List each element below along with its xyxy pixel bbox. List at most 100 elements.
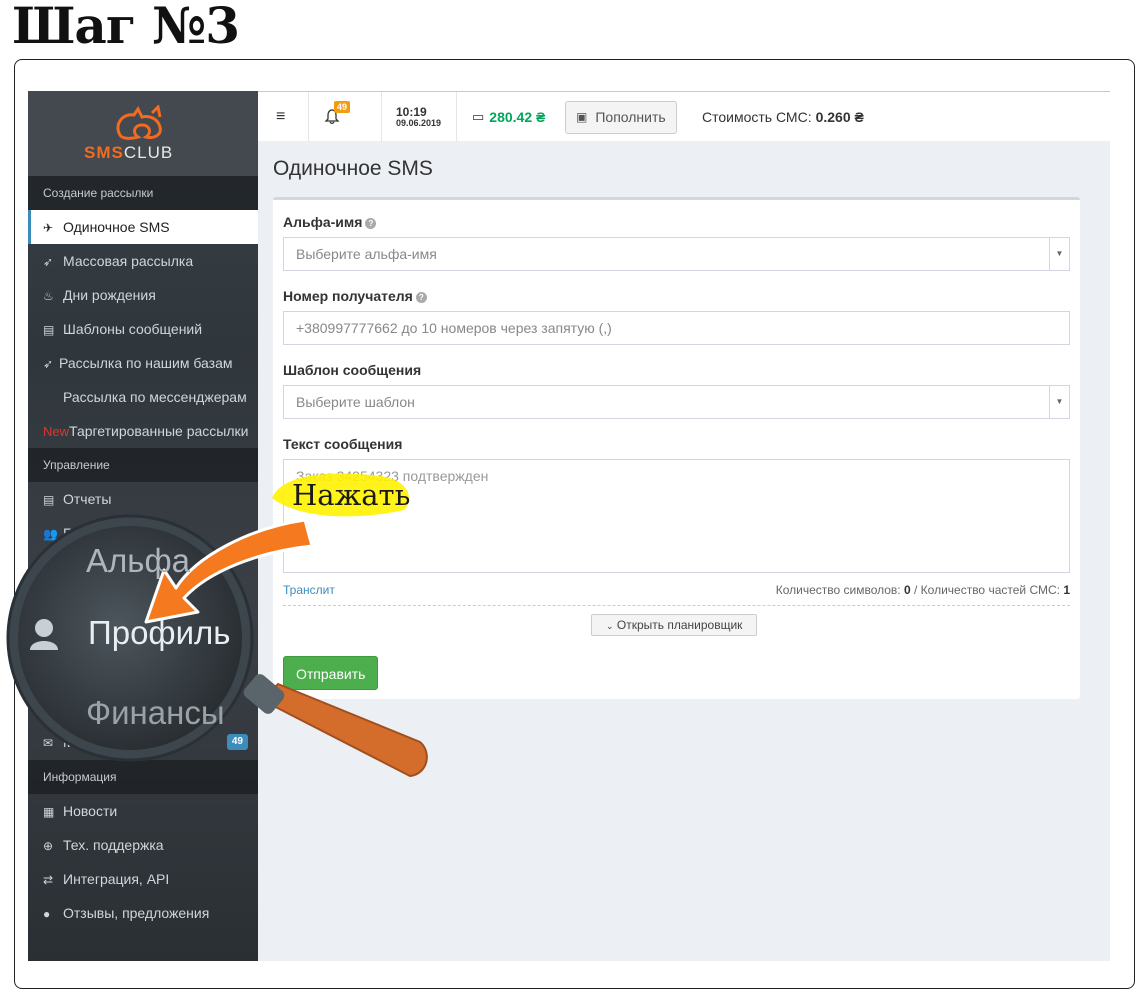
clock: 10:19 09.06.2019 [396, 92, 441, 142]
topup-label: Пополнить [595, 109, 666, 125]
top-bar: ≡ 49 10:19 09.06.2019 ▭ 280.42 ₴ ▣ Попол… [258, 91, 1110, 142]
sidebar-item-bases[interactable]: 👥 Ба [28, 516, 258, 550]
lifebuoy-icon: ⊕ [43, 839, 54, 853]
sidebar-item-mass-mailing[interactable]: ➶ Массовая рассылка [28, 244, 258, 278]
sidebar-item-feedback[interactable]: ● Отзывы, предложения [28, 896, 258, 930]
paper-plane-icon: ✈ [43, 221, 54, 235]
clock-time: 10:19 [396, 105, 427, 119]
sidebar-item-label: Новости [63, 803, 118, 819]
sms-cost-label: Стоимость СМС: [702, 109, 812, 125]
message-textarea[interactable]: Заказ 34254323 подтвержден [283, 459, 1070, 573]
app-window: SMSCLUB Создание рассылки ✈ Одиночное SMS… [28, 91, 1110, 961]
sidebar-item-api[interactable]: ⇄ Интеграция, API [28, 862, 258, 896]
credit-card-icon: ▭ [472, 109, 485, 124]
divider [308, 92, 309, 142]
char-counter: Количество символов: 0 / Количество част… [776, 583, 1070, 597]
sidebar-section-info: Информация [28, 760, 258, 794]
sidebar-item-label: Шаблоны сообщений [63, 321, 203, 337]
sidebar-item-reports[interactable]: ▤ Отчеты [28, 482, 258, 516]
notifications-badge: 49 [334, 101, 351, 113]
balance[interactable]: ▭ 280.42 ₴ [472, 92, 545, 142]
caret-down-icon: ▼ [1049, 238, 1069, 270]
sidebar-item-label: Одиночное SMS [63, 219, 170, 235]
parts-value: 1 [1063, 583, 1070, 597]
sidebar-item-targeted[interactable]: NewТаргетированные рассылки [28, 414, 258, 448]
sidebar-item-messages[interactable]: ✉ Mo 49 [28, 725, 258, 759]
template-placeholder: Выберите шаблон [296, 394, 415, 410]
recipient-placeholder: +380997777662 до 10 номеров через запяту… [296, 320, 612, 336]
parts-label: / Количество частей СМС: [914, 583, 1060, 597]
alpha-name-label-text: Альфа-имя [283, 214, 363, 230]
sidebar-item-label: Интеграция, API [63, 871, 170, 887]
sidebar-item-single-sms[interactable]: ✈ Одиночное SMS [28, 210, 258, 244]
help-icon[interactable]: ? [365, 218, 377, 229]
rocket-icon: ➶ [43, 255, 54, 269]
sidebar-item-messengers[interactable]: Рассылка по мессенджерам [28, 380, 258, 414]
newspaper-icon: ▦ [43, 805, 55, 819]
sidebar-item-templates[interactable]: ▤ Шаблоны сообщений [28, 312, 258, 346]
sidebar-item-label: Отчеты [63, 491, 112, 507]
logo-text: SMSCLUB [84, 143, 173, 163]
translit-link[interactable]: Транслит [283, 583, 335, 597]
send-button[interactable]: Отправить [283, 656, 379, 690]
topup-button[interactable]: ▣ Пополнить [565, 100, 677, 134]
sidebar: SMSCLUB Создание рассылки ✈ Одиночное SMS… [28, 91, 258, 961]
sidebar-item-label: Ба [63, 525, 80, 541]
step-title: Шаг №3 [12, 0, 240, 55]
sidebar-section-manage: Управление [28, 448, 258, 482]
balance-value: 280.42 ₴ [489, 109, 546, 125]
recipient-label-text: Номер получателя [283, 288, 413, 304]
bell-icon[interactable] [324, 92, 340, 142]
rocket-icon: ➶ [43, 357, 54, 371]
users-icon: 👥 [43, 527, 58, 541]
sms-cost: Стоимость СМС: 0.260 ₴ [702, 92, 864, 142]
logo[interactable]: SMSCLUB [28, 91, 258, 176]
comment-icon: ● [43, 907, 51, 921]
sms-cost-value: 0.260 ₴ [815, 109, 864, 125]
list-icon: ▤ [43, 493, 55, 507]
birthday-cake-icon: ♨ [43, 289, 54, 303]
sidebar-item-label: Рассылка по нашим базам [59, 355, 233, 371]
recipient-label: Номер получателя? [283, 288, 427, 304]
template-label: Шаблон сообщения [283, 362, 422, 378]
planner-label: Открыть планировщик [616, 618, 743, 632]
divider [456, 92, 457, 142]
fox-logo-icon [116, 105, 162, 140]
sidebar-item-label: Тех. поддержка [63, 837, 164, 853]
clock-date: 09.06.2019 [396, 118, 442, 128]
sidebar-item-our-bases[interactable]: ➶ Рассылка по нашим базам [28, 346, 258, 380]
sidebar-item-label: Дни рождения [63, 287, 156, 303]
sidebar-item-label: Таргетированные рассылки [69, 423, 249, 439]
open-scheduler-button[interactable]: ⌄ Открыть планировщик [591, 614, 758, 636]
chars-value: 0 [903, 583, 911, 597]
message-text-label: Текст сообщения [283, 436, 403, 452]
chevron-down-icon: ⌄ [606, 621, 614, 631]
new-badge: New [43, 424, 70, 439]
money-icon: ▣ [576, 110, 588, 124]
logo-main: SMS [84, 143, 124, 162]
sidebar-item-label: Mo [63, 734, 83, 750]
messages-count-badge: 49 [226, 734, 248, 750]
alpha-name-placeholder: Выберите альфа-имя [296, 246, 437, 262]
recipient-input[interactable]: +380997777662 до 10 номеров через запяту… [283, 311, 1070, 345]
sidebar-item-label: Рассылка по мессенджерам [63, 389, 247, 405]
template-select[interactable]: Выберите шаблон ▼ [283, 385, 1070, 419]
exchange-icon: ⇄ [43, 873, 54, 887]
sidebar-item-support[interactable]: ⊕ Тех. поддержка [28, 828, 258, 862]
sidebar-section-create: Создание рассылки [28, 176, 258, 210]
sidebar-item-birthdays[interactable]: ♨ Дни рождения [28, 278, 258, 312]
topup-wrap: ▣ Пополнить [565, 92, 677, 142]
hamburger-menu-icon[interactable]: ≡ [276, 92, 285, 142]
alpha-name-select[interactable]: Выберите альфа-имя ▼ [283, 237, 1070, 271]
divider [381, 92, 382, 142]
logo-sub: CLUB [123, 143, 174, 162]
sidebar-item-news[interactable]: ▦ Новости [28, 794, 258, 828]
file-icon: ▤ [43, 323, 55, 337]
sms-form: Альфа-имя? Выберите альфа-имя ▼ Номер по… [273, 197, 1080, 699]
divider [283, 605, 1070, 606]
caret-down-icon: ▼ [1049, 386, 1069, 418]
page-title: Одиночное SMS [273, 157, 433, 180]
help-icon[interactable]: ? [415, 292, 427, 303]
sidebar-item-label: Отзывы, предложения [63, 905, 210, 921]
sidebar-item-label: Массовая рассылка [63, 253, 194, 269]
